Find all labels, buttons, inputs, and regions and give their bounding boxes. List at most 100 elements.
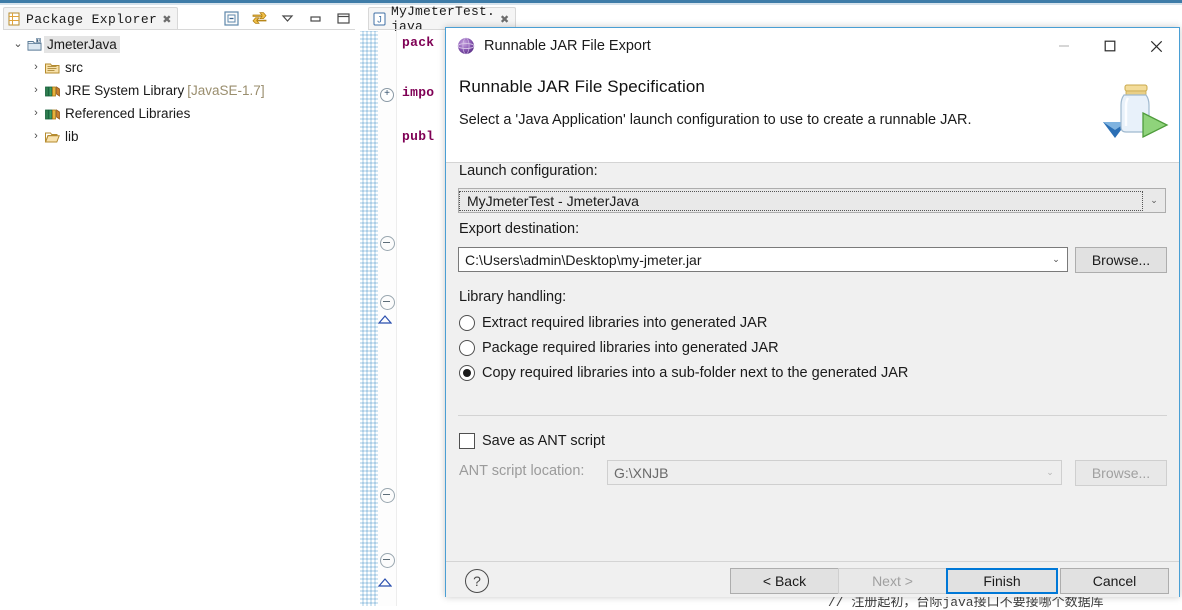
minimize-button[interactable] [1041,28,1087,64]
java-file-icon: J [373,12,386,26]
minimize-icon[interactable] [307,10,324,27]
folder-icon [44,129,62,145]
maximize-button[interactable] [1087,28,1133,64]
back-button-label: < Back [762,573,807,589]
project-tree: ⌄ JmeterJava › src › JRE System Library … [0,33,358,163]
checkbox-label: Save as ANT script [482,433,606,449]
chevron-down-icon[interactable]: ⌄ [10,39,26,50]
radio-label: Extract required libraries into generate… [482,315,768,331]
section-divider [458,415,1167,416]
radio-copy-libraries[interactable]: Copy required libraries into a sub-folde… [459,365,908,381]
collapse-all-icon[interactable] [223,10,240,27]
fold-marker[interactable] [380,553,395,568]
checkbox-indicator[interactable] [459,433,475,449]
editor-overview-ruler[interactable] [360,31,378,606]
browse-destination-label: Browse... [1091,252,1151,268]
export-destination-label: Export destination: [459,221,580,237]
chevron-right-icon[interactable]: › [28,108,44,119]
tree-label: lib [65,129,79,144]
svg-text:J: J [377,15,382,25]
link-with-editor-icon[interactable] [251,10,268,27]
ant-script-location-combo[interactable]: G:\XNJB ⌄ [607,460,1062,485]
package-explorer-tab-underline [3,29,355,30]
radio-extract-libraries[interactable]: Extract required libraries into generate… [459,315,767,331]
source-folder-icon [44,60,62,76]
radio-indicator[interactable] [459,340,475,356]
code-line: publ [402,129,435,144]
tree-label: JRE System Library [65,83,185,98]
package-explorer-toolbar [223,9,352,28]
help-icon[interactable]: ? [465,569,489,593]
view-menu-icon[interactable] [279,10,296,27]
chevron-right-icon[interactable]: › [28,131,44,142]
dialog-footer: ? < Back Next > Finish Cancel [446,561,1179,597]
package-explorer-tab-label: Package Explorer [26,11,158,27]
export-jar-icon [457,37,475,55]
radio-package-libraries[interactable]: Package required libraries into generate… [459,340,779,356]
annotation-marker-icon [377,312,393,324]
tree-item-referenced-libraries[interactable]: › Referenced Libraries [0,102,358,125]
java-project-icon [26,37,44,53]
dialog-title: Runnable JAR File Export [484,38,651,54]
tree-label: Referenced Libraries [65,106,191,121]
tree-item-lib[interactable]: › lib [0,125,358,148]
close-button[interactable] [1133,28,1179,64]
launch-configuration-combo[interactable]: MyJmeterTest - JmeterJava ⌄ [458,188,1166,213]
fold-marker[interactable] [380,488,395,503]
code-line: impo [402,85,435,100]
tree-label: src [65,60,83,75]
cancel-button-label: Cancel [1092,573,1137,589]
dialog-header-title: Runnable JAR File Specification [459,77,705,96]
next-button-label: Next > [872,573,913,589]
radio-label: Package required libraries into generate… [482,340,779,356]
cancel-button[interactable]: Cancel [1060,568,1169,594]
expand-import-icon[interactable]: + [380,88,394,102]
package-explorer-tabbar: Package Explorer ✖ [0,5,358,31]
ant-script-location-value: G:\XNJB [614,464,669,481]
tree-item-src[interactable]: › src [0,56,358,79]
chevron-down-icon[interactable]: ⌄ [1143,189,1165,212]
code-line: pack [402,35,435,50]
fold-marker[interactable] [380,236,395,251]
library-icon [44,106,62,122]
tab-package-explorer[interactable]: Package Explorer ✖ [3,7,179,30]
annotation-marker-icon [377,575,393,587]
export-destination-combo[interactable]: C:\Users\admin\Desktop\my-jmeter.jar ⌄ [458,247,1068,272]
dialog-header: Runnable JAR File Specification Select a… [446,64,1179,163]
tree-label-suffix: [JavaSE-1.7] [187,83,265,98]
fold-marker[interactable] [380,295,395,310]
launch-configuration-label: Launch configuration: [459,163,598,179]
browse-destination-button[interactable]: Browse... [1075,247,1167,273]
close-icon[interactable]: ✖ [500,13,509,26]
browse-ant-script-button[interactable]: Browse... [1075,460,1167,486]
export-destination-value[interactable]: C:\Users\admin\Desktop\my-jmeter.jar [459,252,1045,268]
window-controls [1041,28,1179,64]
chevron-right-icon[interactable]: › [28,85,44,96]
library-handling-label: Library handling: [459,289,567,305]
save-as-ant-script-checkbox[interactable]: Save as ANT script [459,433,605,449]
launch-configuration-value: MyJmeterTest - JmeterJava [459,190,1143,211]
radio-indicator[interactable] [459,315,475,331]
dialog-header-description: Select a 'Java Application' launch confi… [459,112,972,128]
back-button[interactable]: < Back [730,568,839,594]
dialog-titlebar[interactable]: Runnable JAR File Export [446,28,1179,64]
dialog-body: Launch configuration: MyJmeterTest - Jme… [446,163,1179,560]
runnable-jar-file-export-dialog: Runnable JAR File Export Runnable JAR Fi… [445,27,1180,597]
radio-label: Copy required libraries into a sub-folde… [482,365,909,381]
tree-item-jmeterjava[interactable]: ⌄ JmeterJava [0,33,358,56]
help-glyph: ? [473,573,481,589]
runnable-jar-icon [1097,76,1173,148]
close-icon[interactable]: ✖ [162,13,171,26]
tree-label: JmeterJava [44,36,120,53]
package-explorer-view: Package Explorer ✖ ⌄ JmeterJava › src › … [0,5,358,601]
library-icon [44,83,62,99]
radio-indicator[interactable] [459,365,475,381]
chevron-down-icon[interactable]: ⌄ [1039,461,1061,484]
chevron-right-icon[interactable]: › [28,62,44,73]
tree-item-jre-system-library[interactable]: › JRE System Library [JavaSE-1.7] [0,79,358,102]
finish-button-label: Finish [983,573,1021,589]
maximize-icon[interactable] [335,10,352,27]
finish-button[interactable]: Finish [946,568,1058,594]
chevron-down-icon[interactable]: ⌄ [1045,248,1067,271]
next-button[interactable]: Next > [838,568,947,594]
